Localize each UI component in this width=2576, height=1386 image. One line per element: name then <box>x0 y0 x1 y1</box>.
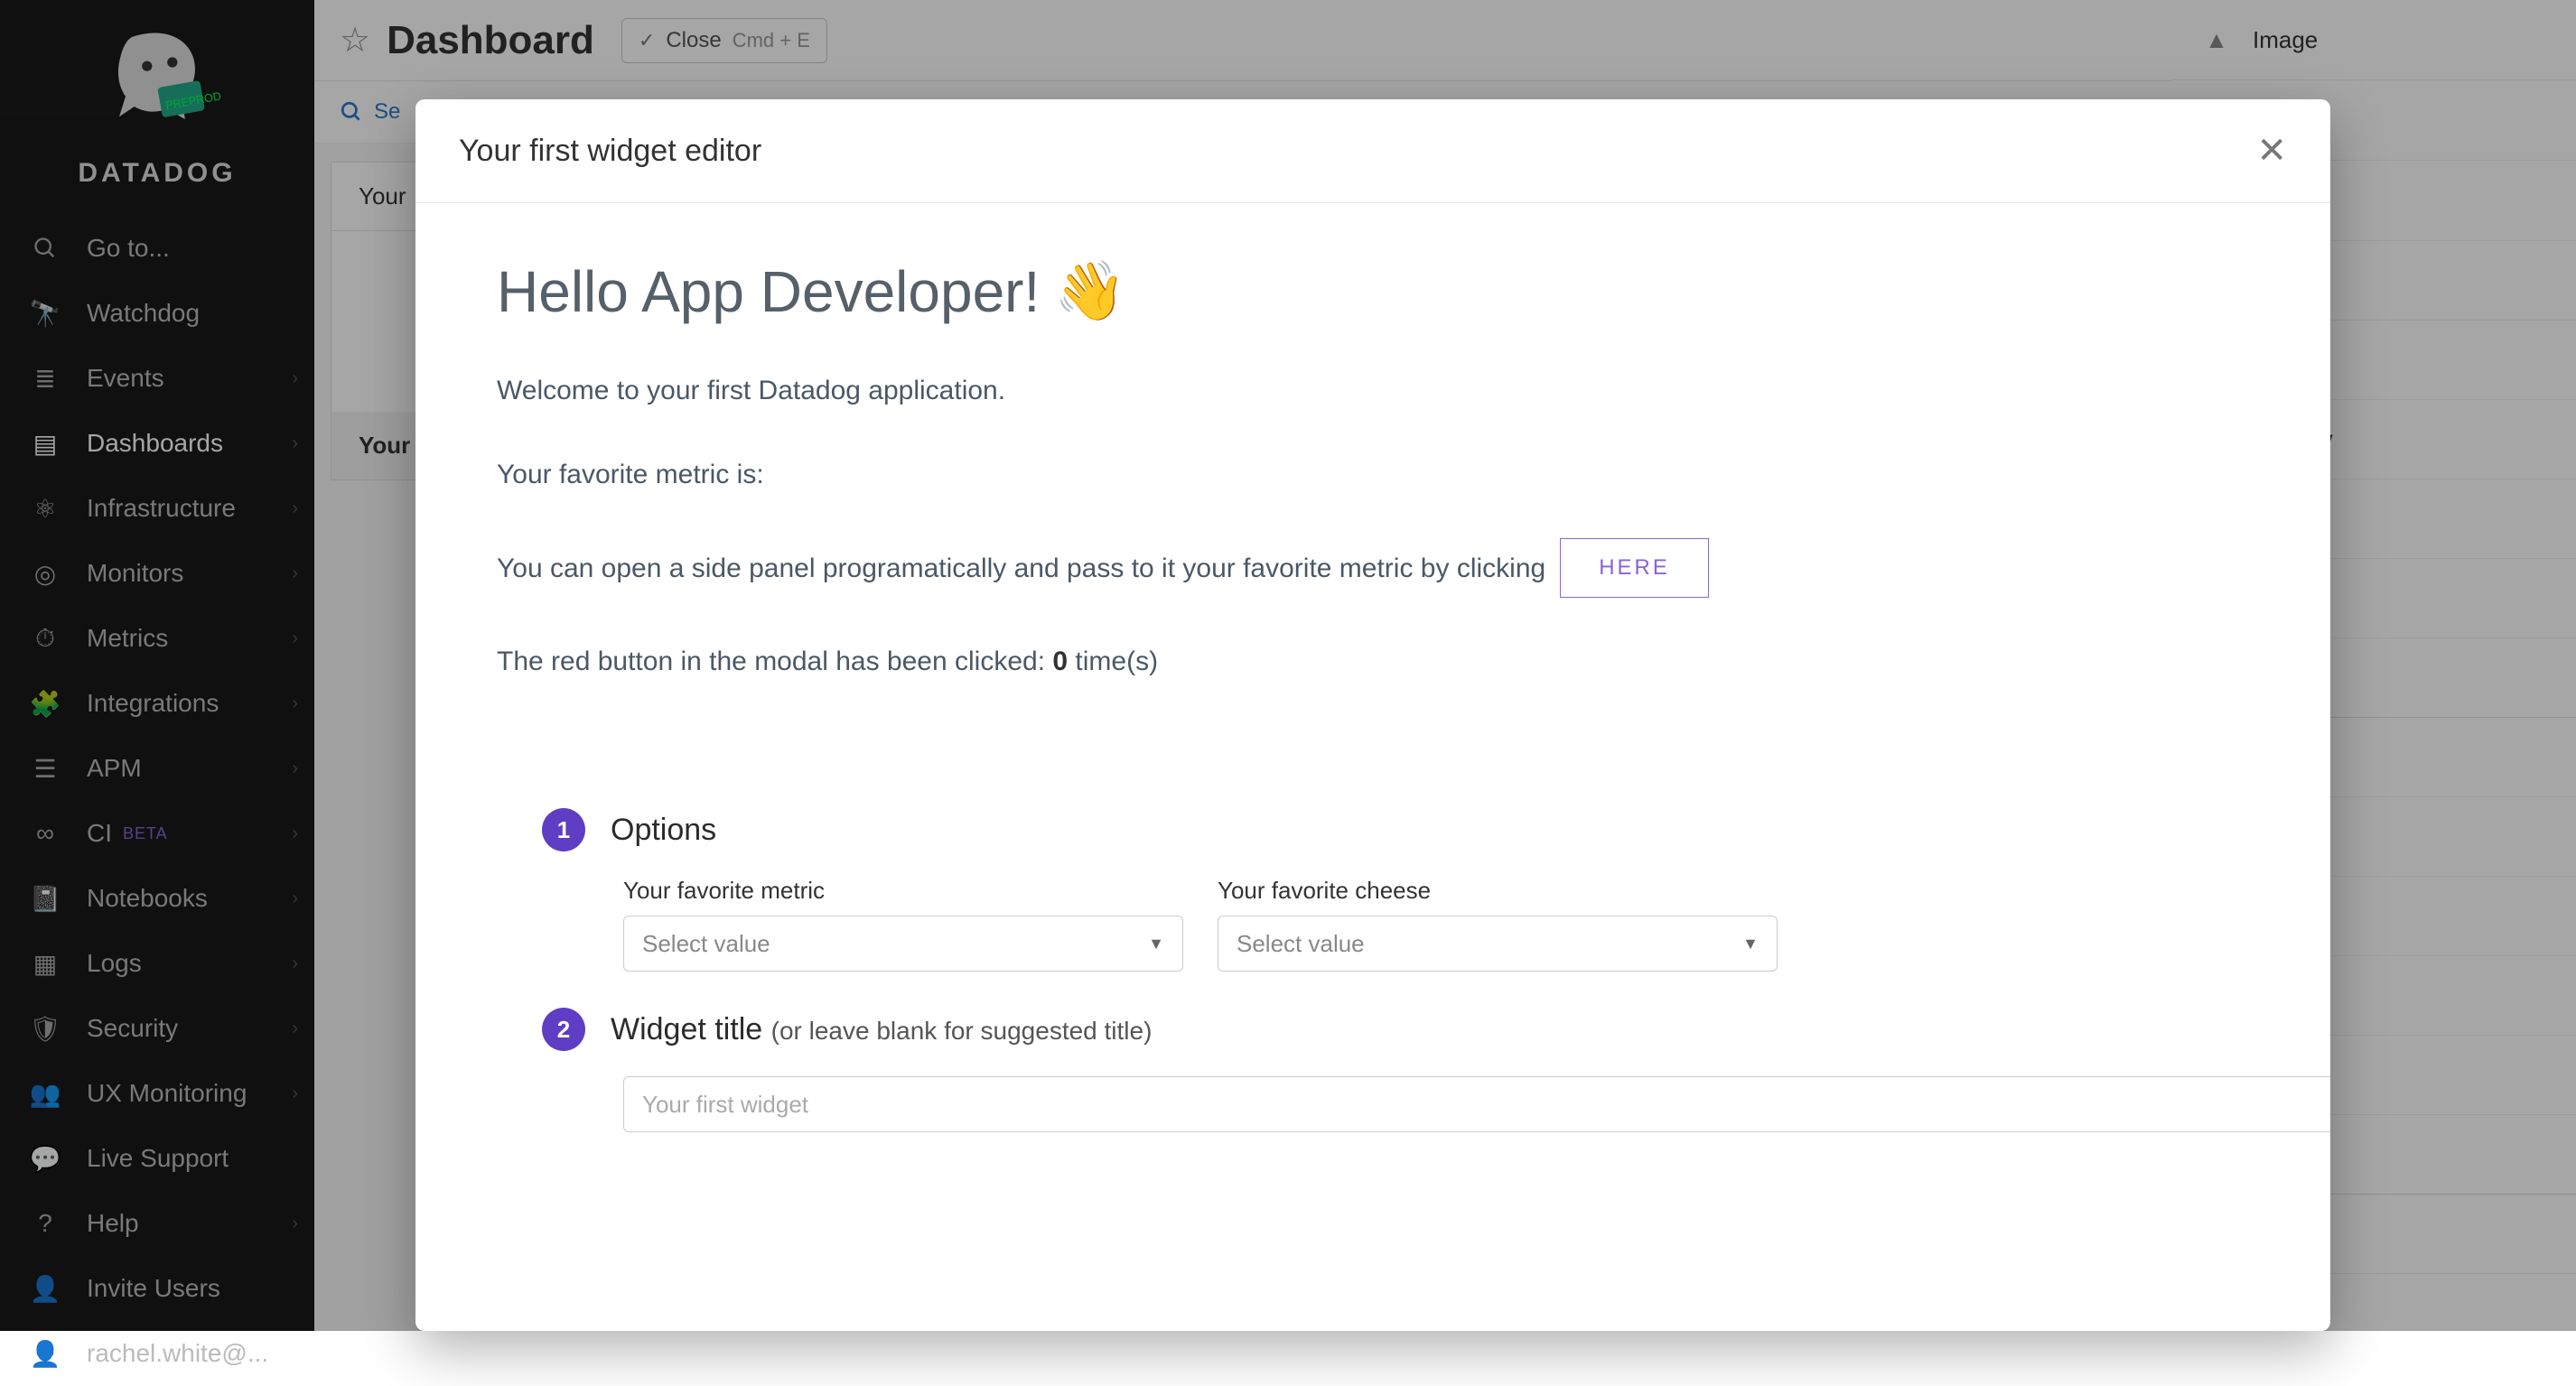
sidebar-item-label: rachel.white@... <box>87 1339 268 1368</box>
select-placeholder: Select value <box>642 930 770 958</box>
modal-header: Your first widget editor ✕ <box>415 99 2330 203</box>
widget-editor-modal: Your first widget editor ✕ Hello App Dev… <box>415 99 2330 1331</box>
click-prefix: The red button in the modal has been cli… <box>497 646 1052 676</box>
metric-line: Your favorite metric is: <box>497 454 2249 495</box>
select-favorite-metric[interactable]: Select value ▼ <box>623 916 1183 972</box>
modal-body: Hello App Developer! 👋 Welcome to your f… <box>415 203 2330 1186</box>
hello-text: Hello App Developer! <box>497 258 1040 325</box>
modal-title: Your first widget editor <box>459 134 761 169</box>
section-title-widget-title: Widget title (or leave blank for suggest… <box>611 1012 1152 1047</box>
section-title-options: Options <box>611 813 716 848</box>
section-title-hint: (or leave blank for suggested title) <box>771 1017 1153 1045</box>
select-placeholder: Select value <box>1237 930 1365 958</box>
open-panel-line: You can open a side panel programaticall… <box>497 538 2249 598</box>
select-favorite-cheese[interactable]: Select value ▼ <box>1218 916 1778 972</box>
step-badge-1: 1 <box>542 808 585 851</box>
section-options: 1 Options Your favorite metric Select va… <box>497 808 2249 1132</box>
close-icon[interactable]: ✕ <box>2256 130 2287 172</box>
step-badge-2: 2 <box>542 1008 585 1051</box>
user-icon: 👤 <box>29 1339 61 1369</box>
field-favorite-metric: Your favorite metric Select value ▼ <box>623 877 1183 972</box>
field-label-metric: Your favorite metric <box>623 877 1183 905</box>
wave-emoji-icon: 👋 <box>1054 257 1126 325</box>
widget-title-input[interactable] <box>623 1076 2330 1132</box>
field-label-cheese: Your favorite cheese <box>1218 877 1778 905</box>
chevron-down-icon: ▼ <box>1148 935 1164 953</box>
hello-heading: Hello App Developer! 👋 <box>497 257 2249 325</box>
click-count-line: The red button in the modal has been cli… <box>497 641 2249 682</box>
field-favorite-cheese: Your favorite cheese Select value ▼ <box>1218 877 1778 972</box>
here-button[interactable]: HERE <box>1560 538 1709 598</box>
chevron-down-icon: ▼ <box>1742 935 1759 953</box>
section-title-text: Widget title <box>611 1012 762 1046</box>
open-panel-text: You can open a side panel programaticall… <box>497 548 1545 589</box>
click-suffix: time(s) <box>1068 646 1158 676</box>
click-count: 0 <box>1052 646 1068 676</box>
welcome-text: Welcome to your first Datadog applicatio… <box>497 370 2249 411</box>
